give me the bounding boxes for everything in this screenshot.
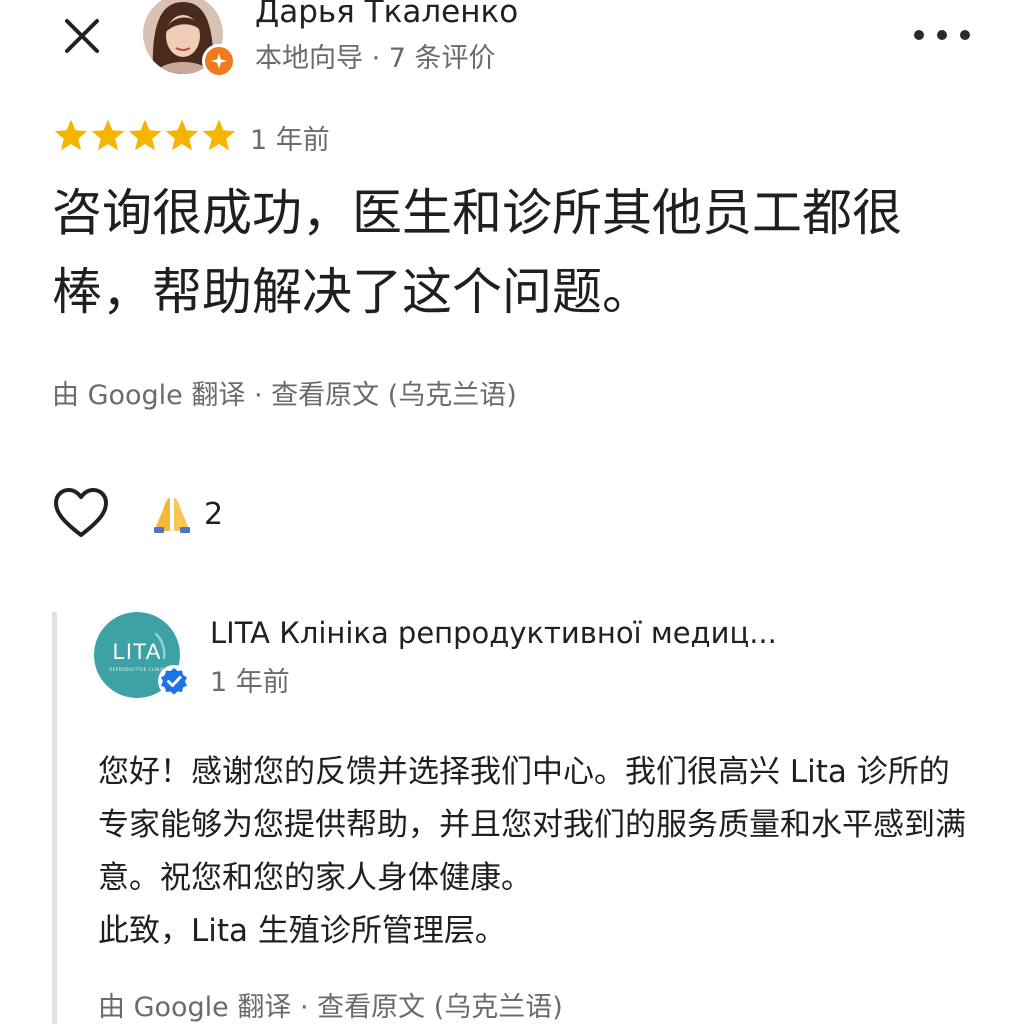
translated-by-label: 由 Google 翻译 · (98, 992, 318, 1023)
review-time: 1 年前 (250, 125, 330, 156)
close-icon (65, 19, 99, 53)
reply-divider (52, 612, 57, 1024)
star-icon (165, 119, 199, 151)
reviewer-name[interactable]: Дарья Ткаленко (255, 0, 518, 30)
heart-icon (54, 488, 108, 537)
reply-translation-note: 由 Google 翻译 · 查看原文 (乌克兰语) (98, 985, 563, 1024)
reaction-chip[interactable]: 2 (150, 494, 223, 534)
translated-by-label: 由 Google 翻译 · (52, 380, 272, 411)
verified-icon (158, 665, 190, 697)
like-button[interactable] (52, 486, 110, 540)
reply-time: 1 年前 (210, 667, 290, 698)
more-options-button[interactable] (914, 18, 970, 52)
star-rating (53, 118, 237, 152)
translation-note: 由 Google 翻译 · 查看原文 (乌克兰语) (52, 373, 517, 412)
local-guide-badge-icon (202, 44, 236, 78)
reply-paragraph: 您好！感谢您的反馈并选择我们中心。我们很高兴 Lita 诊所的专家能够为您提供帮… (98, 754, 966, 896)
owner-logo-subtext: REPRODUCTIVE CLINIC (109, 666, 165, 672)
star-icon (54, 119, 88, 151)
review-text: 咨询很成功，医生和诊所其他员工都很棒，帮助解决了这个问题。 (52, 184, 902, 321)
owner-name[interactable]: LITA Клініка репродуктивної медиц... (210, 616, 777, 650)
view-original-link[interactable]: 查看原文 (乌克兰语) (317, 992, 563, 1023)
reviewer-meta: 本地向导 · 7 条评价 (255, 43, 496, 74)
reply-text: 您好！感谢您的反馈并选择我们中心。我们很高兴 Lita 诊所的专家能够为您提供帮… (98, 746, 978, 958)
star-icon (202, 119, 236, 151)
star-icon (128, 119, 162, 151)
praying-hands-emoji (154, 498, 190, 533)
view-original-link[interactable]: 查看原文 (乌克兰语) (271, 380, 517, 411)
reply-signature: 此致，Lita 生殖诊所管理层。 (98, 913, 506, 949)
reaction-count: 2 (204, 496, 224, 532)
star-icon (91, 119, 125, 151)
more-icon (914, 30, 924, 40)
close-button[interactable] (56, 10, 108, 62)
